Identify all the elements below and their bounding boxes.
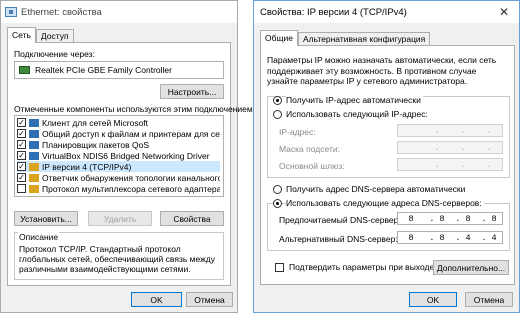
ipv4-cancel-button[interactable]: Отмена: [465, 292, 513, 307]
network-service-icon: [29, 140, 39, 149]
octet-value: 4: [465, 232, 471, 243]
component-item-selected[interactable]: ✓ IP версии 4 (TCP/IPv4): [17, 161, 220, 172]
component-checkbox[interactable]: ✓: [17, 173, 26, 182]
ipv4-window-title: Свойства: IP версии 4 (TCP/IPv4): [260, 6, 407, 18]
adapter-box: Realtek PCIe GBE Family Controller: [14, 61, 224, 79]
description-title: Описание: [18, 232, 60, 242]
component-checkbox[interactable]: ✓: [17, 140, 26, 149]
ethernet-titlebar[interactable]: Ethernet: свойства: [1, 1, 237, 23]
components-list: ✓ Клиент для сетей Microsoft ✓ Общий дос…: [14, 115, 224, 197]
subnet-mask-field[interactable]: ...: [397, 141, 503, 154]
alternate-dns-field[interactable]: 8 . 8 . 4 . 4: [397, 231, 503, 244]
ip-manual-label: Использовать следующий IP-адрес:: [286, 109, 430, 119]
ip-auto-radio[interactable]: [273, 96, 282, 105]
intro-text: Параметры IP можно назначать автоматичес…: [267, 55, 497, 86]
component-checkbox[interactable]: ✓: [17, 151, 26, 160]
components-label: Отмеченные компоненты используются этим …: [14, 104, 256, 114]
properties-button[interactable]: Свойства: [160, 211, 224, 226]
preferred-dns-label: Предпочитаемый DNS-сервер:: [279, 215, 401, 225]
ip-manual-radio[interactable]: [273, 110, 282, 119]
configure-button[interactable]: Настроить...: [160, 84, 224, 99]
octet-value: 8: [491, 213, 497, 224]
protocol-icon: [29, 184, 39, 193]
octet: 8: [408, 213, 414, 224]
component-label: Ответчик обнаружения топологии канальног…: [42, 172, 220, 183]
component-checkbox[interactable]: ✓: [17, 118, 26, 127]
connect-using-label: Подключение через:: [14, 49, 95, 59]
component-label: Планировщик пакетов QoS: [42, 139, 150, 150]
dns-manual-radio[interactable]: [273, 199, 282, 208]
octet: . 8: [481, 213, 497, 224]
octet: . 4: [455, 232, 471, 243]
component-item[interactable]: ✓ VirtualBox NDIS6 Bridged Networking Dr…: [17, 150, 220, 161]
ip-address-field[interactable]: ...: [397, 124, 503, 137]
octet: 8: [408, 232, 414, 243]
component-item[interactable]: ✓ Клиент для сетей Microsoft: [17, 117, 220, 128]
component-label: Общий доступ к файлам и принтерам для се…: [42, 128, 220, 139]
gateway-field[interactable]: ...: [397, 158, 503, 171]
dns-auto-label: Получить адрес DNS-сервера автоматически: [286, 184, 466, 194]
component-label: IP версии 4 (TCP/IPv4): [42, 161, 132, 172]
alternate-dns-label: Альтернативный DNS-сервер:: [279, 234, 398, 244]
component-label: VirtualBox NDIS6 Bridged Networking Driv…: [42, 150, 210, 161]
protocol-icon: [29, 162, 39, 171]
ethernet-window-title: Ethernet: свойства: [21, 6, 102, 18]
ipv4-tabs: Общие Альтернативная конфигурация: [260, 30, 431, 46]
component-item[interactable]: ✓ Планировщик пакетов QoS: [17, 139, 220, 150]
network-card-icon: [19, 66, 30, 74]
component-checkbox[interactable]: ✓: [17, 162, 26, 171]
tab-alternate-config[interactable]: Альтернативная конфигурация: [297, 32, 431, 46]
ethernet-cancel-button[interactable]: Отмена: [186, 292, 233, 307]
dns-auto-radio[interactable]: [273, 185, 282, 194]
octet-value: 4: [491, 232, 497, 243]
advanced-button[interactable]: Дополнительно...: [433, 260, 509, 275]
component-label: Протокол мультиплексора сетевого адаптер…: [42, 183, 220, 194]
component-item[interactable]: Протокол мультиплексора сетевого адаптер…: [17, 183, 220, 194]
tab-network[interactable]: Сеть: [7, 27, 36, 43]
description-group: Описание Протокол TCP/IP. Стандартный пр…: [14, 232, 224, 280]
ip-address-label: IP-адрес:: [279, 127, 316, 137]
component-checkbox[interactable]: ✓: [17, 129, 26, 138]
ipv4-ok-button[interactable]: OK: [409, 292, 457, 307]
remove-button[interactable]: Удалить: [88, 211, 152, 226]
ethernet-tabs: Сеть Доступ: [7, 27, 74, 43]
subnet-mask-label: Маска подсети:: [279, 144, 340, 154]
ethernet-tab-panel: Подключение через: Realtek PCIe GBE Fami…: [7, 42, 255, 286]
gateway-label: Основной шлюз:: [279, 161, 345, 171]
component-checkbox[interactable]: [17, 184, 26, 193]
component-label: Клиент для сетей Microsoft: [42, 117, 149, 128]
component-item[interactable]: ✓ Ответчик обнаружения топологии канальн…: [17, 172, 220, 183]
network-service-icon: [29, 151, 39, 160]
octet: . 4: [481, 232, 497, 243]
close-icon[interactable]: ✕: [489, 1, 519, 23]
validate-checkbox[interactable]: [275, 263, 284, 272]
ipv4-properties-window: Свойства: IP версии 4 (TCP/IPv4) ✕ Общие…: [253, 0, 520, 313]
tab-sharing[interactable]: Доступ: [35, 29, 74, 43]
network-service-icon: [29, 129, 39, 138]
install-button[interactable]: Установить...: [14, 211, 78, 226]
ipv4-titlebar[interactable]: Свойства: IP версии 4 (TCP/IPv4) ✕: [254, 1, 519, 23]
description-text: Протокол TCP/IP. Стандартный протокол гл…: [19, 244, 215, 274]
validate-label: Подтвердить параметры при выходе: [289, 262, 435, 272]
tab-general[interactable]: Общие: [260, 30, 298, 46]
octet-value: 8: [439, 213, 445, 224]
octet: . 8: [429, 232, 445, 243]
ipv4-tab-panel: Параметры IP можно назначать автоматичес…: [260, 45, 515, 285]
dns-manual-label: Использовать следующие адреса DNS-сервер…: [286, 198, 484, 208]
adapter-name: Realtek PCIe GBE Family Controller: [35, 65, 172, 75]
octet: . 8: [429, 213, 445, 224]
network-adapter-icon: [5, 7, 17, 17]
protocol-icon: [29, 173, 39, 182]
component-item[interactable]: ✓ Общий доступ к файлам и принтерам для …: [17, 128, 220, 139]
preferred-dns-field[interactable]: 8 . 8 . 8 . 8: [397, 212, 503, 225]
ip-auto-label: Получить IP-адрес автоматически: [286, 95, 423, 105]
ethernet-properties-window: Ethernet: свойства Сеть Доступ Подключен…: [0, 0, 255, 313]
octet: . 8: [455, 213, 471, 224]
network-client-icon: [29, 118, 39, 127]
octet-value: 8: [439, 232, 445, 243]
octet-value: 8: [465, 213, 471, 224]
ethernet-ok-button[interactable]: OK: [131, 292, 182, 307]
